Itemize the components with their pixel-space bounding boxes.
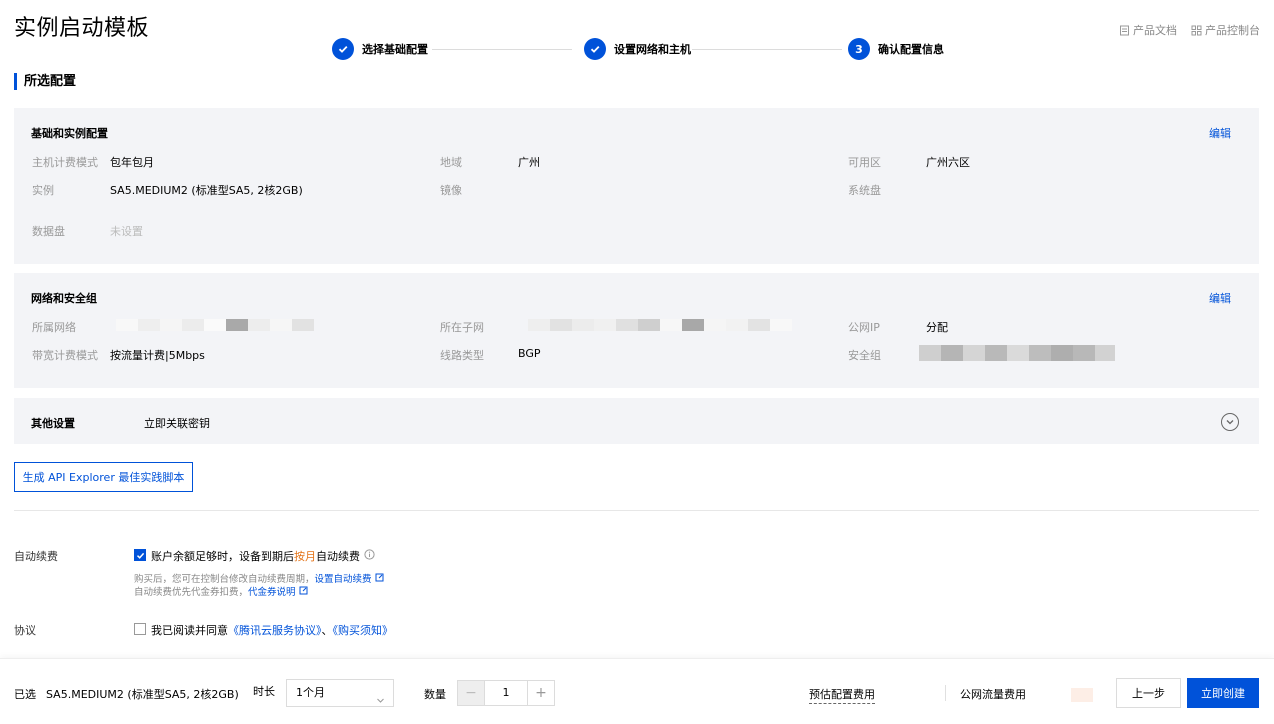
check-icon (136, 552, 144, 559)
data-disk-label: 数据盘 (32, 225, 65, 238)
estimated-fee-label[interactable]: 预估配置费用 (809, 686, 875, 704)
network-edit-link[interactable]: 编辑 (1209, 290, 1231, 306)
api-explorer-button[interactable]: 生成 API Explorer 最佳实践脚本 (14, 462, 193, 492)
basic-config-panel: 基础和实例配置 编辑 主机计费模式 包年包月 地域 广州 可用区 广州六区 实例… (14, 108, 1259, 264)
selected-value: SA5.MEDIUM2 (标准型SA5, 2核2GB) (46, 688, 239, 701)
agreement-text-prefix: 我已阅读并同意 (151, 624, 228, 637)
step-connector (432, 49, 572, 50)
quantity-minus-button[interactable]: − (458, 681, 484, 705)
auto-renew-text-after: 自动续费 (316, 550, 360, 563)
zone-label: 可用区 (848, 156, 881, 169)
subnet-label: 所在子网 (440, 321, 484, 334)
agreement-checkbox[interactable] (134, 623, 146, 635)
auto-renew-checkbox[interactable] (134, 549, 146, 561)
security-group-value-redacted (919, 345, 1115, 361)
agreement-text: 我已阅读并同意《腾讯云服务协议》、《购买须知》 (151, 622, 393, 638)
zone-value: 广州六区 (926, 156, 970, 169)
document-icon (1119, 25, 1130, 36)
line-type-value: BGP (518, 347, 541, 360)
bandwidth-label: 带宽计费模式 (32, 349, 98, 362)
data-disk-value: 未设置 (110, 225, 143, 238)
quantity-stepper: − 1 + (457, 680, 555, 706)
billing-label: 主机计费模式 (32, 156, 98, 169)
quantity-input[interactable]: 1 (484, 681, 528, 705)
service-agreement-link[interactable]: 《腾讯云服务协议》 (228, 624, 322, 637)
agreement-label: 协议 (14, 624, 36, 637)
purchase-notice-link[interactable]: 《购买须知》 (333, 624, 394, 637)
step-3-label: 确认配置信息 (878, 43, 944, 56)
grid-icon (1191, 25, 1202, 36)
top-links: 产品文档 产品控制台 (1119, 22, 1260, 38)
other-settings-title: 其他设置 (31, 417, 75, 430)
auto-renew-note-2-text: 自动续费优先代金券扣费， (134, 587, 249, 598)
network-title: 网络和安全组 (31, 292, 97, 305)
auto-renew-note-2: 自动续费优先代金券扣费，代金券说明 (134, 584, 308, 598)
region-label: 地域 (440, 156, 462, 169)
vpc-label: 所属网络 (32, 321, 76, 334)
step-2: 设置网络和主机 (584, 38, 691, 60)
step-1-label: 选择基础配置 (362, 43, 428, 56)
check-icon (332, 38, 354, 60)
region-value: 广州 (518, 156, 540, 169)
network-panel: 网络和安全组 编辑 所属网络 所在子网 公网IP 分配 带宽计费模式 按流量计费… (14, 273, 1259, 388)
product-docs-link[interactable]: 产品文档 (1119, 22, 1177, 38)
line-type-label: 线路类型 (440, 349, 484, 362)
auto-renew-note-1: 购买后，您可在控制台修改自动续费周期，设置自动续费 (134, 571, 384, 585)
traffic-fee-value-redacted (1071, 688, 1093, 702)
billing-value: 包年包月 (110, 156, 154, 169)
system-disk-label: 系统盘 (848, 184, 881, 197)
duration-value: 1个月 (296, 686, 325, 699)
vpc-value-redacted (116, 319, 314, 331)
step-1: 选择基础配置 (332, 38, 428, 60)
instance-label: 实例 (32, 184, 54, 197)
chevron-down-icon (376, 689, 385, 715)
divider (14, 510, 1259, 511)
section-title: 所选配置 (14, 73, 76, 90)
product-console-label: 产品控制台 (1205, 24, 1260, 37)
footer-divider (945, 685, 946, 701)
product-console-link[interactable]: 产品控制台 (1191, 22, 1260, 38)
auto-renew-label: 自动续费 (14, 550, 58, 563)
step-3-number: 3 (848, 38, 870, 60)
public-ip-label: 公网IP (848, 321, 880, 334)
traffic-fee-label: 公网流量费用 (960, 688, 1026, 701)
external-link-icon (299, 586, 308, 598)
create-now-button[interactable]: 立即创建 (1187, 678, 1259, 708)
expand-chevron-icon[interactable] (1221, 413, 1239, 431)
footer-bar: 已选 SA5.MEDIUM2 (标准型SA5, 2核2GB) 时长 1个月 数量… (0, 658, 1274, 724)
step-3: 3 确认配置信息 (848, 38, 944, 60)
duration-select[interactable]: 1个月 (286, 679, 394, 707)
info-icon[interactable] (364, 549, 375, 563)
security-group-label: 安全组 (848, 349, 881, 362)
quantity-plus-button[interactable]: + (528, 681, 554, 705)
subnet-value-redacted (528, 319, 792, 331)
page-title: 实例启动模板 (14, 16, 150, 41)
other-settings-panel: 其他设置 立即关联密钥 (14, 398, 1259, 444)
auto-renew-text: 账户余额足够时，设备到期后 按月 自动续费 (151, 548, 375, 564)
product-docs-label: 产品文档 (1133, 24, 1177, 37)
voucher-info-link[interactable]: 代金券说明 (248, 587, 296, 598)
quantity-label: 数量 (424, 688, 446, 701)
check-icon (584, 38, 606, 60)
auto-renew-monthly: 按月 (294, 550, 316, 563)
step-progress: 选择基础配置 设置网络和主机 3 确认配置信息 (332, 38, 944, 62)
step-2-label: 设置网络和主机 (614, 43, 691, 56)
agreement-separator: 、 (321, 624, 333, 637)
auto-renew-text-before: 账户余额足够时，设备到期后 (151, 550, 294, 563)
image-label: 镜像 (440, 184, 462, 197)
public-ip-value: 分配 (926, 321, 948, 334)
instance-value: SA5.MEDIUM2 (标准型SA5, 2核2GB) (110, 184, 303, 197)
duration-label: 时长 (253, 685, 275, 698)
other-settings-value: 立即关联密钥 (144, 417, 210, 430)
set-auto-renew-link[interactable]: 设置自动续费 (315, 574, 372, 585)
previous-step-button[interactable]: 上一步 (1116, 678, 1181, 708)
bandwidth-value: 按流量计费|5Mbps (110, 349, 205, 362)
basic-config-title: 基础和实例配置 (31, 127, 108, 140)
external-link-icon (375, 573, 384, 585)
basic-edit-link[interactable]: 编辑 (1209, 125, 1231, 141)
selected-label: 已选 (14, 688, 36, 701)
step-connector (692, 49, 842, 50)
